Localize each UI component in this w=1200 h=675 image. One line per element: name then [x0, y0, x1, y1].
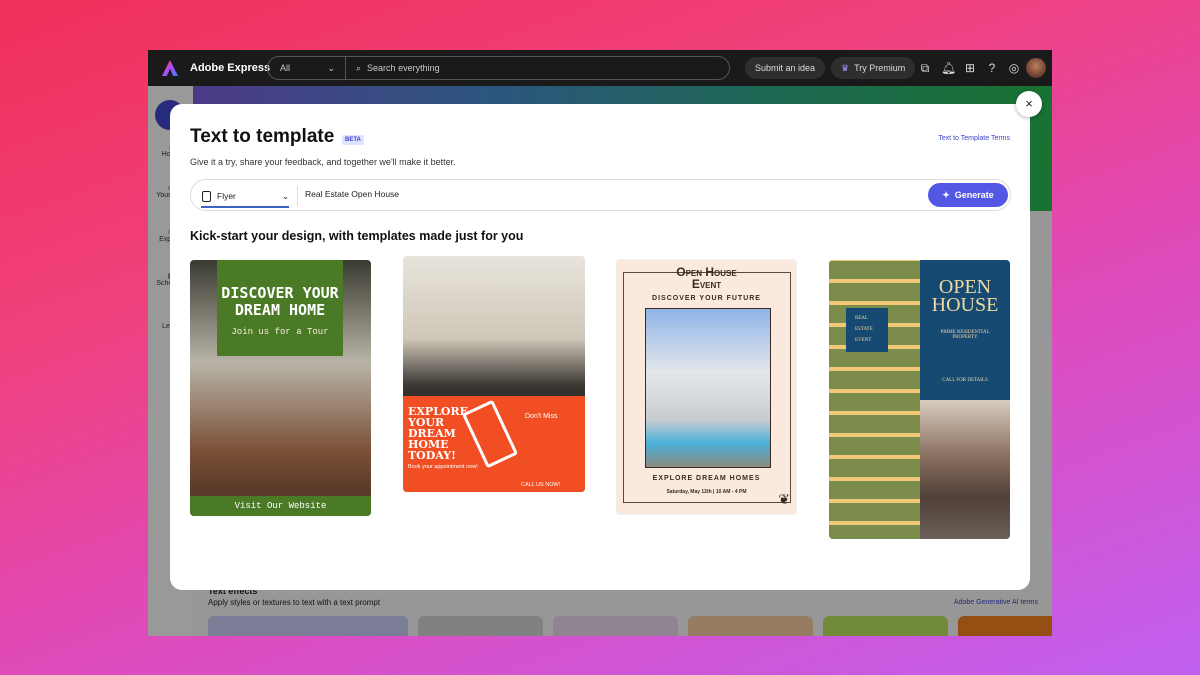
pattern: [829, 260, 920, 539]
submit-idea-button[interactable]: Submit an idea: [745, 57, 826, 79]
try-premium-label: Try Premium: [854, 63, 906, 73]
bell-icon[interactable]: 🔔︎: [941, 61, 956, 75]
flyer-icon: [202, 191, 211, 202]
search-icon: ⌕: [356, 62, 362, 73]
apps-grid-icon[interactable]: ⊞: [963, 61, 977, 75]
avatar[interactable]: [1026, 58, 1046, 78]
orange-panel: EXPLORE YOUR DREAM HOME TODAY! Don't Mis…: [403, 396, 585, 492]
divider: [297, 186, 298, 206]
template-headline: EXPLORE YOUR DREAM HOME TODAY!: [408, 405, 469, 462]
template-title: Open House Event: [676, 265, 737, 291]
title-box: DISCOVER YOUR DREAM HOME Join us for a T…: [217, 260, 343, 356]
type-label: Flyer: [217, 191, 236, 201]
sparkle-icon: ✦: [942, 189, 950, 200]
plant-hand-icon: ❦: [778, 491, 790, 507]
template-card-2[interactable]: EXPLORE YOUR DREAM HOME TODAY! Don't Mis…: [403, 256, 585, 492]
bedroom-photo: [920, 400, 1010, 539]
template-terms-link[interactable]: Text to Template Terms: [938, 135, 1010, 142]
template-title: DISCOVER YOUR DREAM HOME: [221, 284, 339, 319]
template-cta: CALL US NOW!: [521, 482, 561, 488]
template-card-1[interactable]: DISCOVER YOUR DREAM HOME Join us for a T…: [190, 260, 371, 516]
prompt-input[interactable]: [305, 189, 805, 199]
scope-label: All: [280, 63, 291, 73]
top-bar: Adobe Express All ⌄ ⌕ Search everything S…: [148, 50, 1052, 86]
generate-label: Generate: [954, 190, 994, 200]
template-subtitle: PRIME RESIDENTIAL PROPERTY: [940, 330, 990, 340]
prompt-bar: Flyer ⌄ ✦ Generate: [190, 179, 1011, 211]
template-box-text: REAL ESTATE EVENT: [846, 308, 888, 352]
beta-badge: BETA: [342, 135, 364, 145]
hammer-icon: [461, 399, 519, 469]
chevron-down-icon: ⌄: [282, 191, 289, 201]
template-subtitle: Join us for a Tour: [231, 327, 329, 337]
template-subtext: Book your appointment now!: [408, 464, 478, 470]
help-icon[interactable]: ?: [985, 61, 999, 75]
template-tagline: EXPLORE DREAM HOMES: [652, 475, 761, 482]
template-cta: CALL FOR DETAILS: [942, 378, 988, 383]
template-subtitle: DISCOVER YOUR FUTURE: [652, 295, 761, 302]
search-scope-select[interactable]: All ⌄: [268, 57, 346, 79]
template-type-select[interactable]: Flyer ⌄: [201, 186, 289, 208]
dialog-subtitle: Give it a try, share your feedback, and …: [190, 157, 456, 167]
template-details: Saturday, May 12th | 10 AM - 4 PM: [666, 489, 747, 495]
share-icon[interactable]: ⧉: [918, 61, 932, 75]
crown-icon: ♛: [841, 62, 850, 73]
close-button[interactable]: ×: [1016, 91, 1042, 117]
chevron-down-icon: ⌄: [327, 62, 335, 73]
creative-cloud-icon[interactable]: ◎: [1007, 61, 1021, 75]
adobe-express-logo-icon[interactable]: [162, 60, 178, 76]
templates-heading: Kick-start your design, with templates m…: [190, 229, 524, 243]
template-card-3[interactable]: Open House Event DISCOVER YOUR FUTURE EX…: [616, 259, 797, 515]
app-name: Adobe Express: [190, 62, 271, 74]
template-tag: Don't Miss: [525, 413, 558, 420]
template-footer: Visit Our Website: [190, 496, 371, 516]
search-bar[interactable]: All ⌄ ⌕ Search everything: [267, 56, 730, 80]
blue-panel: OPEN HOUSE PRIME RESIDENTIAL PROPERTY CA…: [920, 260, 1010, 400]
dialog-title: Text to template: [190, 126, 335, 147]
generate-button[interactable]: ✦ Generate: [928, 183, 1008, 207]
text-to-template-dialog: Text to template BETA Text to Template T…: [170, 104, 1030, 590]
try-premium-button[interactable]: ♛ Try Premium: [831, 57, 916, 79]
template-title: OPEN HOUSE: [931, 276, 999, 316]
house-photo: [645, 308, 771, 468]
template-card-4[interactable]: REAL ESTATE EVENT OPEN HOUSE PRIME RESID…: [829, 260, 1010, 539]
search-input[interactable]: Search everything: [367, 63, 440, 73]
